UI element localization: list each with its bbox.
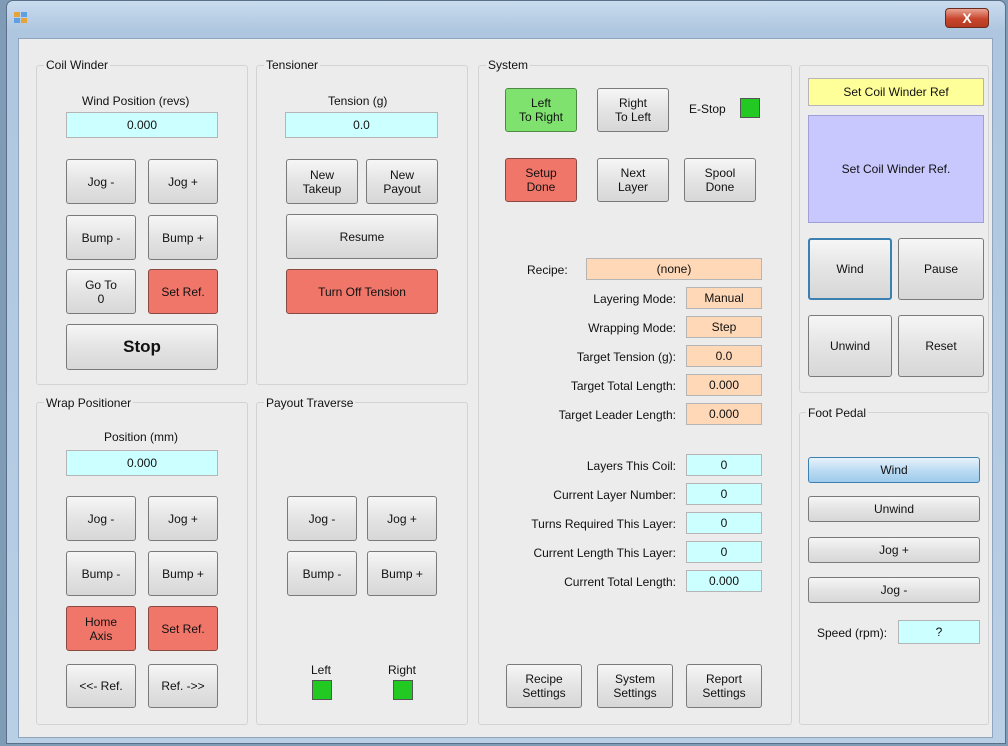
next-layer-button[interactable]: Next Layer <box>597 158 669 202</box>
tensioner-title: Tensioner <box>264 58 321 72</box>
wrap-bump-minus-button[interactable]: Bump - <box>66 551 136 596</box>
coil-winder-title: Coil Winder <box>44 58 111 72</box>
estop-indicator <box>740 98 760 118</box>
tension-label: Tension (g) <box>328 94 388 108</box>
system-settings-button[interactable]: System Settings <box>597 664 673 708</box>
wind-position-readout: 0.000 <box>66 112 218 138</box>
turn-off-tension-button[interactable]: Turn Off Tension <box>286 269 438 314</box>
current-total-length-readout: 0.000 <box>686 570 762 592</box>
pedal-unwind-button[interactable]: Unwind <box>808 496 980 522</box>
coil-go-to-zero-button[interactable]: Go To 0 <box>66 269 136 314</box>
left-limit-label: Left <box>311 663 332 677</box>
layering-mode-label: Layering Mode: <box>593 292 676 306</box>
recipe-readout: (none) <box>586 258 762 280</box>
left-limit-indicator <box>312 680 332 700</box>
layering-mode-readout: Manual <box>686 287 762 309</box>
right-to-left-button[interactable]: Right To Left <box>597 88 669 132</box>
layers-this-coil-readout: 0 <box>686 454 762 476</box>
new-takeup-button[interactable]: New Takeup <box>286 159 358 204</box>
system-title: System <box>486 58 531 72</box>
wrapping-mode-label: Wrapping Mode: <box>588 321 676 335</box>
current-layer-number-readout: 0 <box>686 483 762 505</box>
wrap-position-label: Position (mm) <box>104 430 179 444</box>
payout-jog-minus-button[interactable]: Jog - <box>287 496 357 541</box>
target-leader-length-readout: 0.000 <box>686 403 762 425</box>
current-layer-number-label: Current Layer Number: <box>553 488 676 502</box>
wrap-jog-minus-button[interactable]: Jog - <box>66 496 136 541</box>
status-banner: Set Coil Winder Ref <box>808 78 984 106</box>
reset-button[interactable]: Reset <box>898 315 984 377</box>
wind-position-label: Wind Position (revs) <box>82 94 190 108</box>
wrapping-mode-readout: Step <box>686 316 762 338</box>
recipe-settings-button[interactable]: Recipe Settings <box>506 664 582 708</box>
unwind-button[interactable]: Unwind <box>808 315 892 377</box>
coil-set-ref-button[interactable]: Set Ref. <box>148 269 218 314</box>
setup-done-button[interactable]: Setup Done <box>505 158 577 202</box>
wrap-set-ref-button[interactable]: Set Ref. <box>148 606 218 651</box>
wrap-jog-plus-button[interactable]: Jog + <box>148 496 218 541</box>
wrap-positioner-title: Wrap Positioner <box>44 396 134 410</box>
payout-traverse-title: Payout Traverse <box>264 396 356 410</box>
speed-label: Speed (rpm): <box>817 626 888 640</box>
home-axis-button[interactable]: Home Axis <box>66 606 136 651</box>
current-length-layer-readout: 0 <box>686 541 762 563</box>
pedal-wind-button[interactable]: Wind <box>808 457 980 483</box>
pedal-jog-minus-button[interactable]: Jog - <box>808 577 980 603</box>
spool-done-button[interactable]: Spool Done <box>684 158 756 202</box>
tension-readout: 0.0 <box>285 112 438 138</box>
target-total-length-readout: 0.000 <box>686 374 762 396</box>
right-limit-indicator <box>393 680 413 700</box>
new-payout-button[interactable]: New Payout <box>366 159 438 204</box>
stop-button[interactable]: Stop <box>66 324 218 370</box>
ref-left-button[interactable]: <<- Ref. <box>66 664 136 708</box>
payout-bump-minus-button[interactable]: Bump - <box>287 551 357 596</box>
estop-label: E-Stop <box>689 102 726 116</box>
right-limit-label: Right <box>388 663 417 677</box>
coil-bump-minus-button[interactable]: Bump - <box>66 215 136 260</box>
wind-button[interactable]: Wind <box>808 238 892 300</box>
coil-jog-minus-button[interactable]: Jog - <box>66 159 136 204</box>
target-total-length-label: Target Total Length: <box>570 379 676 393</box>
current-length-layer-label: Current Length This Layer: <box>533 546 676 560</box>
speed-readout: ? <box>898 620 980 644</box>
payout-bump-plus-button[interactable]: Bump + <box>367 551 437 596</box>
pause-button[interactable]: Pause <box>898 238 984 300</box>
close-button[interactable]: X <box>945 8 989 28</box>
turns-required-readout: 0 <box>686 512 762 534</box>
status-message-panel: Set Coil Winder Ref. <box>808 115 984 223</box>
ref-right-button[interactable]: Ref. ->> <box>148 664 218 708</box>
report-settings-button[interactable]: Report Settings <box>686 664 762 708</box>
coil-jog-plus-button[interactable]: Jog + <box>148 159 218 204</box>
turns-required-label: Turns Required This Layer: <box>531 517 676 531</box>
pedal-jog-plus-button[interactable]: Jog + <box>808 537 980 563</box>
layers-this-coil-label: Layers This Coil: <box>586 459 676 473</box>
payout-jog-plus-button[interactable]: Jog + <box>367 496 437 541</box>
foot-pedal-title: Foot Pedal <box>806 406 869 420</box>
target-leader-length-label: Target Leader Length: <box>558 408 676 422</box>
resume-button[interactable]: Resume <box>286 214 438 259</box>
app-icon <box>14 12 27 23</box>
target-tension-label: Target Tension (g): <box>576 350 676 364</box>
wrap-bump-plus-button[interactable]: Bump + <box>148 551 218 596</box>
target-tension-readout: 0.0 <box>686 345 762 367</box>
recipe-label: Recipe: <box>527 263 568 277</box>
wrap-position-readout: 0.000 <box>66 450 218 476</box>
current-total-length-label: Current Total Length: <box>564 575 676 589</box>
coil-bump-plus-button[interactable]: Bump + <box>148 215 218 260</box>
left-to-right-button[interactable]: Left To Right <box>505 88 577 132</box>
